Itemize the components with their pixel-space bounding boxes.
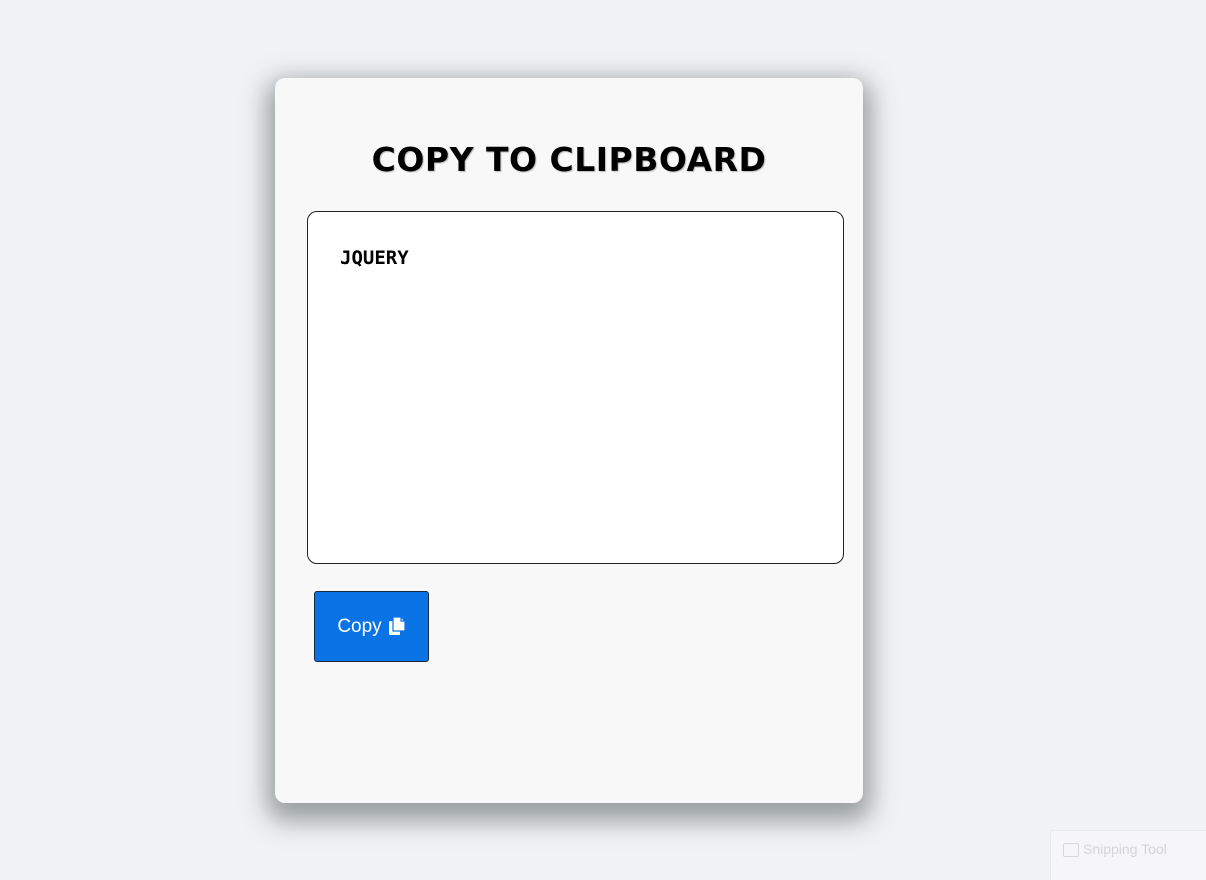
snipping-tool-icon (1063, 843, 1079, 857)
page-title: COPY TO CLIPBOARD (371, 140, 767, 179)
clipboard-text-input[interactable]: JQUERY (307, 211, 844, 564)
copy-icon (388, 615, 406, 636)
copy-button[interactable]: Copy (314, 591, 429, 662)
snipping-tool-notification[interactable]: Snipping Tool (1050, 830, 1206, 880)
copy-card: COPY TO CLIPBOARD JQUERY Copy (275, 78, 863, 803)
snipping-tool-label: Snipping Tool (1083, 841, 1167, 857)
copy-button-label: Copy (337, 615, 382, 637)
